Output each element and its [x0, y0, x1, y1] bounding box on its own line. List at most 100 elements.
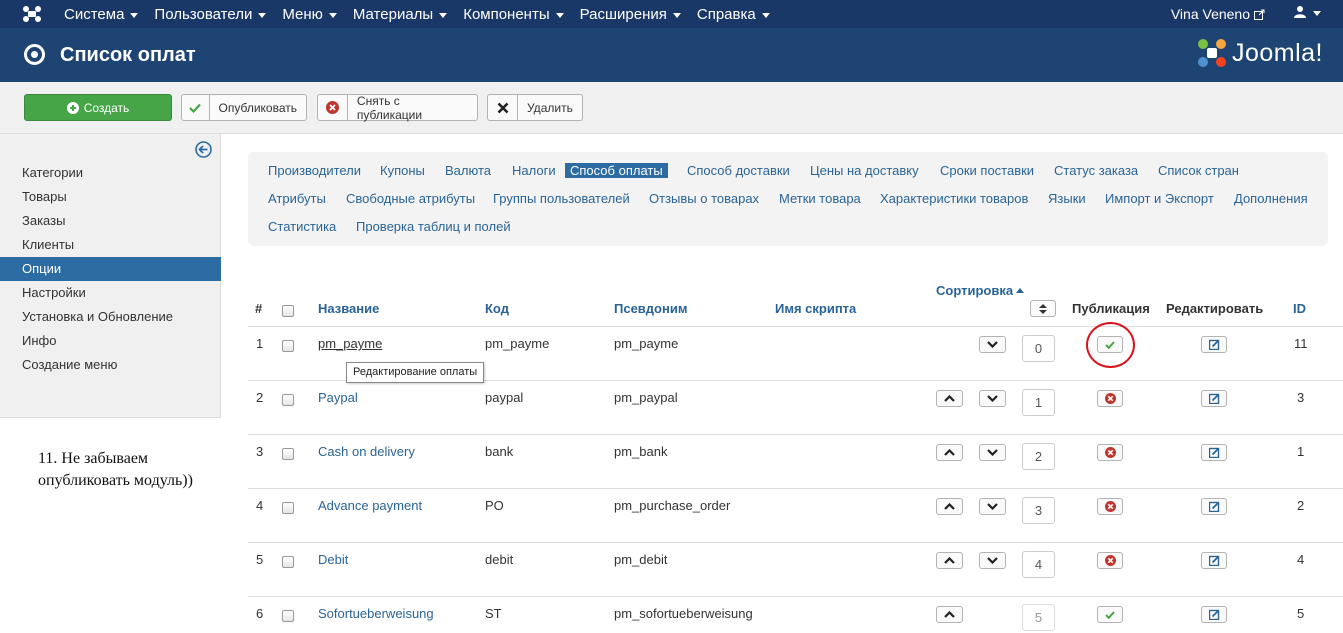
order-input[interactable]: 2 — [1022, 443, 1055, 470]
submenu-user-groups[interactable]: Группы пользователей — [493, 191, 630, 206]
row-name-link[interactable]: Cash on delivery — [318, 444, 415, 459]
column-header-name[interactable]: Название — [318, 301, 379, 316]
menu-system[interactable]: Система — [56, 0, 146, 28]
select-all-checkbox[interactable] — [282, 305, 294, 317]
column-header-id[interactable]: ID — [1293, 301, 1306, 316]
move-down-button[interactable] — [979, 498, 1006, 515]
site-name: Vina Veneno — [1170, 6, 1250, 22]
order-input[interactable]: 5 — [1022, 604, 1055, 631]
row-checkbox[interactable] — [282, 502, 294, 514]
save-order-button[interactable] — [1030, 300, 1056, 317]
publish-button[interactable]: Опубликовать — [181, 94, 307, 121]
submenu-addons[interactable]: Дополнения — [1234, 191, 1308, 206]
submenu-product-reviews[interactable]: Отзывы о товарах — [649, 191, 759, 206]
move-up-button[interactable] — [936, 552, 963, 569]
order-input[interactable]: 4 — [1022, 551, 1055, 578]
sidebar-item-info[interactable]: Инфо — [0, 329, 221, 353]
order-input[interactable]: 1 — [1022, 389, 1055, 416]
submenu-countries[interactable]: Список стран — [1158, 163, 1239, 178]
sidebar-item-options[interactable]: Опции — [0, 257, 221, 281]
menu-help[interactable]: Справка — [689, 0, 778, 28]
user-menu[interactable] — [1293, 5, 1321, 19]
move-down-button[interactable] — [979, 390, 1006, 407]
menu-components[interactable]: Компоненты — [455, 0, 571, 28]
edit-button[interactable] — [1201, 552, 1227, 569]
publish-toggle-button[interactable] — [1097, 606, 1123, 623]
publish-toggle-button[interactable] — [1097, 552, 1123, 569]
submenu-shipping-prices[interactable]: Цены на доставку — [810, 163, 919, 178]
row-checkbox[interactable] — [282, 610, 294, 622]
row-id: 5 — [1297, 606, 1305, 621]
column-header-code[interactable]: Код — [485, 301, 509, 316]
move-down-button[interactable] — [979, 444, 1006, 461]
order-input[interactable]: 3 — [1022, 497, 1055, 524]
menu-label: Система — [64, 5, 125, 23]
order-input[interactable]: 0 — [1022, 335, 1055, 362]
move-up-button[interactable] — [936, 498, 963, 515]
row-name-link[interactable]: Advance payment — [318, 498, 422, 513]
move-up-button[interactable] — [936, 444, 963, 461]
row-name-link[interactable]: pm_payme — [318, 336, 382, 351]
delete-button[interactable]: Удалить — [487, 94, 583, 121]
publish-toggle-button[interactable] — [1097, 444, 1123, 461]
edit-button[interactable] — [1201, 606, 1227, 623]
submenu-product-labels[interactable]: Метки товара — [779, 191, 861, 206]
submenu-languages[interactable]: Языки — [1048, 191, 1086, 206]
submenu-free-attributes[interactable]: Свободные атрибуты — [346, 191, 475, 206]
submenu-import-export[interactable]: Импорт и Экспорт — [1105, 191, 1214, 206]
create-button[interactable]: Создать — [24, 94, 172, 121]
row-checkbox[interactable] — [282, 556, 294, 568]
row-checkbox[interactable] — [282, 448, 294, 460]
submenu-order-status[interactable]: Статус заказа — [1054, 163, 1138, 178]
column-header-script[interactable]: Имя скрипта — [775, 301, 856, 316]
menu-menus[interactable]: Меню — [274, 0, 345, 28]
caret-down-icon — [761, 12, 770, 18]
submenu-coupons[interactable]: Купоны — [380, 163, 425, 178]
submenu-currency[interactable]: Валюта — [445, 163, 491, 178]
unpublished-icon — [1104, 447, 1116, 458]
column-header-sort[interactable]: Сортировка — [936, 283, 1025, 298]
row-name-link[interactable]: Sofortueberweisung — [318, 606, 434, 621]
sidebar-item-categories[interactable]: Категории — [0, 161, 221, 185]
submenu-check-tables[interactable]: Проверка таблиц и полей — [356, 219, 511, 234]
submenu-taxes[interactable]: Налоги — [512, 163, 556, 178]
caret-down-icon — [328, 12, 337, 18]
menu-content[interactable]: Материалы — [345, 0, 455, 28]
sidebar-item-create-menu[interactable]: Создание меню — [0, 353, 221, 377]
publish-toggle-button[interactable] — [1097, 390, 1123, 407]
sidebar-item-products[interactable]: Товары — [0, 185, 221, 209]
edit-button[interactable] — [1201, 390, 1227, 407]
row-name-link[interactable]: Paypal — [318, 390, 358, 405]
sidebar-item-settings[interactable]: Настройки — [0, 281, 221, 305]
move-down-button[interactable] — [979, 552, 1006, 569]
unpublish-button[interactable]: Снять с публикации — [317, 94, 478, 122]
submenu-statistics[interactable]: Статистика — [268, 219, 336, 234]
move-down-button[interactable] — [979, 336, 1006, 353]
submenu-payment-methods[interactable]: Способ оплаты — [565, 163, 668, 178]
edit-button[interactable] — [1201, 498, 1227, 515]
row-checkbox[interactable] — [282, 340, 294, 352]
move-up-button[interactable] — [936, 390, 963, 407]
row-name-link[interactable]: Debit — [318, 552, 348, 567]
title-bar: Список оплат Joomla! — [0, 28, 1343, 82]
submenu-shipping-methods[interactable]: Способ доставки — [687, 163, 790, 178]
move-up-button[interactable] — [936, 606, 963, 623]
menu-users[interactable]: Пользователи — [146, 0, 274, 28]
sidebar-item-orders[interactable]: Заказы — [0, 209, 221, 233]
sidebar-item-clients[interactable]: Клиенты — [0, 233, 221, 257]
column-header-alias[interactable]: Псевдоним — [614, 301, 687, 316]
menu-extensions[interactable]: Расширения — [572, 0, 689, 28]
submenu-attributes[interactable]: Атрибуты — [268, 191, 326, 206]
submenu-manufacturers[interactable]: Производители — [268, 163, 361, 178]
edit-button[interactable] — [1201, 444, 1227, 461]
joomla-logo-icon[interactable] — [22, 5, 42, 23]
submenu-delivery-times[interactable]: Сроки поставки — [940, 163, 1034, 178]
row-code: debit — [485, 552, 514, 567]
sidebar-item-install-update[interactable]: Установка и Обновление — [0, 305, 221, 329]
row-checkbox[interactable] — [282, 394, 294, 406]
publish-toggle-button[interactable] — [1097, 498, 1123, 515]
edit-button[interactable] — [1201, 336, 1227, 353]
submenu-product-characteristics[interactable]: Характеристики товаров — [880, 191, 1028, 206]
collapse-sidebar-icon[interactable] — [195, 141, 212, 158]
site-link[interactable]: Vina Veneno — [1171, 0, 1265, 28]
